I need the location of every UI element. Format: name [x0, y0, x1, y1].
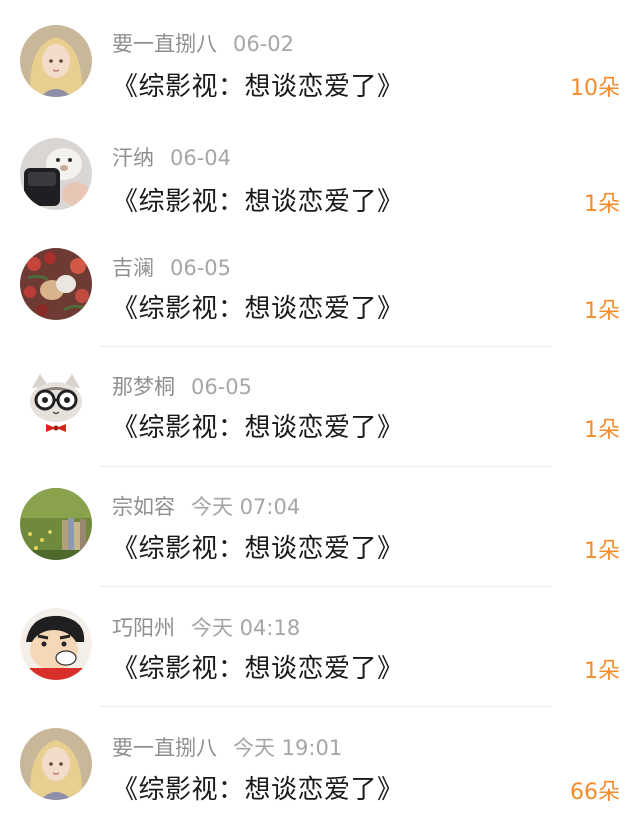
book-title[interactable]: 《综影视：想谈恋爱了》 — [112, 407, 404, 444]
blonde-girl-avatar-icon[interactable] — [20, 25, 92, 97]
timestamp: 06-05 — [191, 375, 253, 399]
username[interactable]: 巧阳州 — [112, 616, 175, 640]
list-item[interactable]: 吉澜 06-05 《综影视：想谈恋爱了》 1朵 — [0, 230, 640, 350]
book-title[interactable]: 《综影视：想谈恋爱了》 — [112, 528, 404, 565]
flowers-avatar-icon[interactable] — [20, 248, 92, 320]
username[interactable]: 汗纳 — [112, 146, 154, 170]
divider — [100, 466, 552, 467]
username[interactable]: 要一直捌八 — [112, 32, 217, 56]
list-item[interactable]: 要一直捌八 今天 19:01 《综影视：想谈恋爱了》 66朵 — [0, 710, 640, 826]
timestamp: 今天 04:18 — [191, 616, 301, 640]
book-title[interactable]: 《综影视：想谈恋爱了》 — [112, 181, 404, 218]
timestamp: 06-04 — [170, 146, 232, 170]
list-item[interactable]: 巧阳州 今天 04:18 《综影视：想谈恋爱了》 1朵 — [0, 590, 640, 710]
username[interactable]: 宗如容 — [112, 495, 175, 519]
book-title[interactable]: 《综影视：想谈恋爱了》 — [112, 648, 404, 685]
cat-glasses-avatar-icon[interactable] — [20, 368, 92, 440]
timestamp: 今天 07:04 — [191, 495, 301, 519]
timestamp: 今天 19:01 — [233, 736, 343, 760]
flower-count: 1朵 — [584, 299, 620, 324]
username[interactable]: 要一直捌八 — [112, 736, 217, 760]
flower-count: 1朵 — [584, 192, 620, 217]
gift-record-list: 要一直捌八 06-02 《综影视：想谈恋爱了》 10朵 汗纳 06-04 《综影视：… — [0, 0, 640, 826]
username[interactable]: 那梦桐 — [112, 375, 175, 399]
flower-count: 1朵 — [584, 539, 620, 564]
flower-count: 1朵 — [584, 418, 620, 443]
divider — [100, 706, 552, 707]
meadow-books-avatar-icon[interactable] — [20, 488, 92, 560]
timestamp: 06-02 — [233, 32, 295, 56]
book-title[interactable]: 《综影视：想谈恋爱了》 — [112, 288, 404, 325]
list-item[interactable]: 汗纳 06-04 《综影视：想谈恋爱了》 1朵 — [0, 120, 640, 240]
timestamp: 06-05 — [170, 256, 232, 280]
cartoon-boy-avatar-icon[interactable] — [20, 608, 92, 680]
list-item[interactable]: 那梦桐 06-05 《综影视：想谈恋爱了》 1朵 — [0, 350, 640, 470]
divider — [100, 346, 552, 347]
flower-count: 10朵 — [570, 76, 620, 101]
username[interactable]: 吉澜 — [112, 256, 154, 280]
blonde-girl-avatar-icon[interactable] — [20, 728, 92, 800]
plush-toy-avatar-icon[interactable] — [20, 138, 92, 210]
divider — [100, 586, 552, 587]
list-item[interactable]: 要一直捌八 06-02 《综影视：想谈恋爱了》 10朵 — [0, 0, 640, 120]
book-title[interactable]: 《综影视：想谈恋爱了》 — [112, 66, 404, 103]
list-item[interactable]: 宗如容 今天 07:04 《综影视：想谈恋爱了》 1朵 — [0, 470, 640, 590]
book-title[interactable]: 《综影视：想谈恋爱了》 — [112, 769, 404, 806]
flower-count: 66朵 — [570, 780, 620, 805]
flower-count: 1朵 — [584, 659, 620, 684]
